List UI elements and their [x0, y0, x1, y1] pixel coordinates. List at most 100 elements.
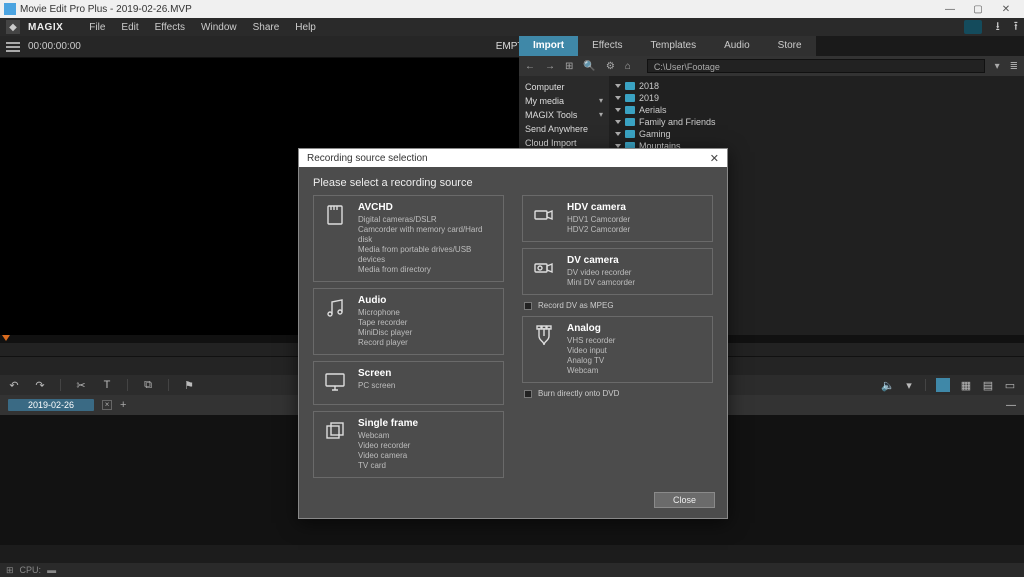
menu-help[interactable]: Help — [291, 22, 320, 33]
dv-camera-icon — [531, 255, 557, 281]
tab-import[interactable]: Import — [519, 36, 578, 56]
add-track-button[interactable]: + — [120, 399, 126, 411]
expand-icon[interactable] — [615, 108, 621, 112]
home-icon[interactable]: ⌂ — [625, 61, 631, 72]
toolbar-action-icon[interactable] — [964, 20, 982, 34]
sidebar-item-mymedia[interactable]: My media▾ — [525, 94, 603, 108]
folder-icon — [625, 130, 635, 138]
menu-window[interactable]: Window — [197, 22, 241, 33]
folder-icon — [625, 82, 635, 90]
menu-effects[interactable]: Effects — [151, 22, 189, 33]
search-icon[interactable]: 🔍 — [583, 61, 595, 72]
view-mode-storyboard[interactable]: ▦ — [960, 379, 972, 391]
dialog-titlebar: Recording source selection ✕ — [299, 149, 727, 167]
close-window-button[interactable]: ✕ — [992, 4, 1020, 15]
brand-icon: ◆ — [6, 20, 20, 34]
view-options-icon[interactable]: ≣ — [1010, 61, 1018, 72]
media-tabs: Import Effects Templates Audio Store — [519, 36, 1024, 56]
nav-forward-icon[interactable]: → — [545, 61, 555, 72]
expand-icon[interactable] — [615, 84, 621, 88]
title-tool-button[interactable]: T — [101, 379, 113, 391]
download-icon[interactable]: ⭳ — [996, 17, 1000, 38]
undo-button[interactable]: ↶ — [8, 379, 20, 391]
timecode-left: 00:00:00:00 — [28, 41, 81, 52]
mute-icon[interactable]: 🔈 — [881, 379, 893, 391]
nav-back-icon[interactable]: ← — [525, 61, 535, 72]
path-field[interactable]: C:\User\Footage — [647, 59, 985, 73]
tab-store[interactable]: Store — [764, 36, 816, 56]
expand-icon[interactable] — [615, 120, 621, 124]
maximize-button[interactable]: ▢ — [964, 4, 992, 15]
separator — [168, 379, 169, 391]
upload-icon[interactable]: ⭱ — [1014, 17, 1018, 38]
source-audio[interactable]: AudioMicrophoneTape recorderMiniDisc pla… — [313, 288, 504, 355]
group-button[interactable]: ⧉ — [142, 379, 154, 391]
menu-file[interactable]: File — [85, 22, 109, 33]
folder-icon — [625, 94, 635, 102]
check-record-dv-mpeg[interactable]: Record DV as MPEG — [522, 301, 713, 310]
source-dv-camera[interactable]: DV cameraDV video recorderMini DV camcor… — [522, 248, 713, 295]
window-titlebar: Movie Edit Pro Plus - 2019-02-26.MVP — ▢… — [0, 0, 1024, 18]
hamburger-icon[interactable] — [6, 42, 20, 52]
chevron-down-icon: ▾ — [599, 96, 603, 106]
window-title: Movie Edit Pro Plus - 2019-02-26.MVP — [20, 4, 936, 15]
menu-edit[interactable]: Edit — [117, 22, 142, 33]
sidebar-item-magixtools[interactable]: MAGIX Tools▾ — [525, 108, 603, 122]
source-analog[interactable]: AnalogVHS recorderVideo inputAnalog TVWe… — [522, 316, 713, 383]
track-close-button[interactable]: × — [102, 400, 112, 410]
source-avchd[interactable]: AVCHDDigital cameras/DSLRCamcorder with … — [313, 195, 504, 282]
close-button[interactable]: Close — [654, 492, 715, 508]
source-column-left: AVCHDDigital cameras/DSLRCamcorder with … — [313, 195, 504, 478]
cut-tool-button[interactable]: ✂ — [75, 379, 87, 391]
source-single-frame[interactable]: Single frameWebcamVideo recorderVideo ca… — [313, 411, 504, 478]
track-name-chip[interactable]: 2019-02-26 — [8, 399, 94, 411]
sidebar-item-sendanywhere[interactable]: Send Anywhere — [525, 122, 603, 136]
view-mode-scenes[interactable]: ▤ — [982, 379, 994, 391]
folder-node[interactable]: 2019 — [615, 92, 1018, 104]
expand-icon[interactable] — [615, 132, 621, 136]
folder-node[interactable]: Aerials — [615, 104, 1018, 116]
cpu-meter: ▬ — [47, 565, 56, 575]
view-mode-overview[interactable]: ▭ — [1004, 379, 1016, 391]
tab-effects[interactable]: Effects — [578, 36, 636, 56]
dialog-title: Recording source selection — [307, 153, 428, 164]
tab-templates[interactable]: Templates — [637, 36, 711, 56]
playhead-marker[interactable] — [2, 335, 10, 341]
folder-node[interactable]: Family and Friends — [615, 116, 1018, 128]
source-column-right: HDV cameraHDV1 CamcorderHDV2 Camcorder D… — [522, 195, 713, 478]
camcorder-icon — [531, 202, 557, 228]
status-bar: ⊞ CPU: ▬ — [0, 563, 1024, 577]
tab-audio[interactable]: Audio — [710, 36, 764, 56]
path-dropdown-icon[interactable]: ▾ — [995, 61, 1000, 72]
nav-tree-icon[interactable]: ⊞ — [565, 61, 573, 72]
folder-icon — [625, 118, 635, 126]
view-mode-timeline[interactable] — [936, 378, 950, 392]
menu-share[interactable]: Share — [249, 22, 284, 33]
zoom-slider-icon[interactable]: — — [1006, 400, 1016, 411]
marker-button[interactable]: ⚑ — [183, 379, 195, 391]
expand-icon[interactable] — [615, 96, 621, 100]
volume-down-icon[interactable]: ▾ — [903, 379, 915, 391]
chevron-down-icon: ▾ — [599, 110, 603, 120]
frames-icon — [322, 418, 348, 444]
dialog-heading: Please select a recording source — [299, 167, 727, 195]
brand-label: MAGIX — [28, 22, 63, 33]
checkbox-icon[interactable] — [524, 390, 532, 398]
source-screen[interactable]: ScreenPC screen — [313, 361, 504, 405]
gear-icon[interactable]: ⚙ — [606, 61, 615, 72]
folder-node[interactable]: 2018 — [615, 80, 1018, 92]
checkbox-icon[interactable] — [524, 302, 532, 310]
cpu-label: CPU: — [20, 565, 42, 575]
check-burn-dvd[interactable]: Burn directly onto DVD — [522, 389, 713, 398]
dialog-close-icon[interactable]: ✕ — [710, 152, 719, 165]
menu-bar: ◆ MAGIX File Edit Effects Window Share H… — [0, 18, 1024, 36]
folder-node[interactable]: Gaming — [615, 128, 1018, 140]
sidebar-item-computer[interactable]: Computer — [525, 80, 603, 94]
minimize-button[interactable]: — — [936, 4, 964, 15]
grid-icon: ⊞ — [6, 565, 14, 576]
separator — [127, 379, 128, 391]
redo-button[interactable]: ↷ — [34, 379, 46, 391]
source-hdv-camera[interactable]: HDV cameraHDV1 CamcorderHDV2 Camcorder — [522, 195, 713, 242]
music-note-icon — [322, 295, 348, 321]
recording-source-dialog: Recording source selection ✕ Please sele… — [298, 148, 728, 519]
